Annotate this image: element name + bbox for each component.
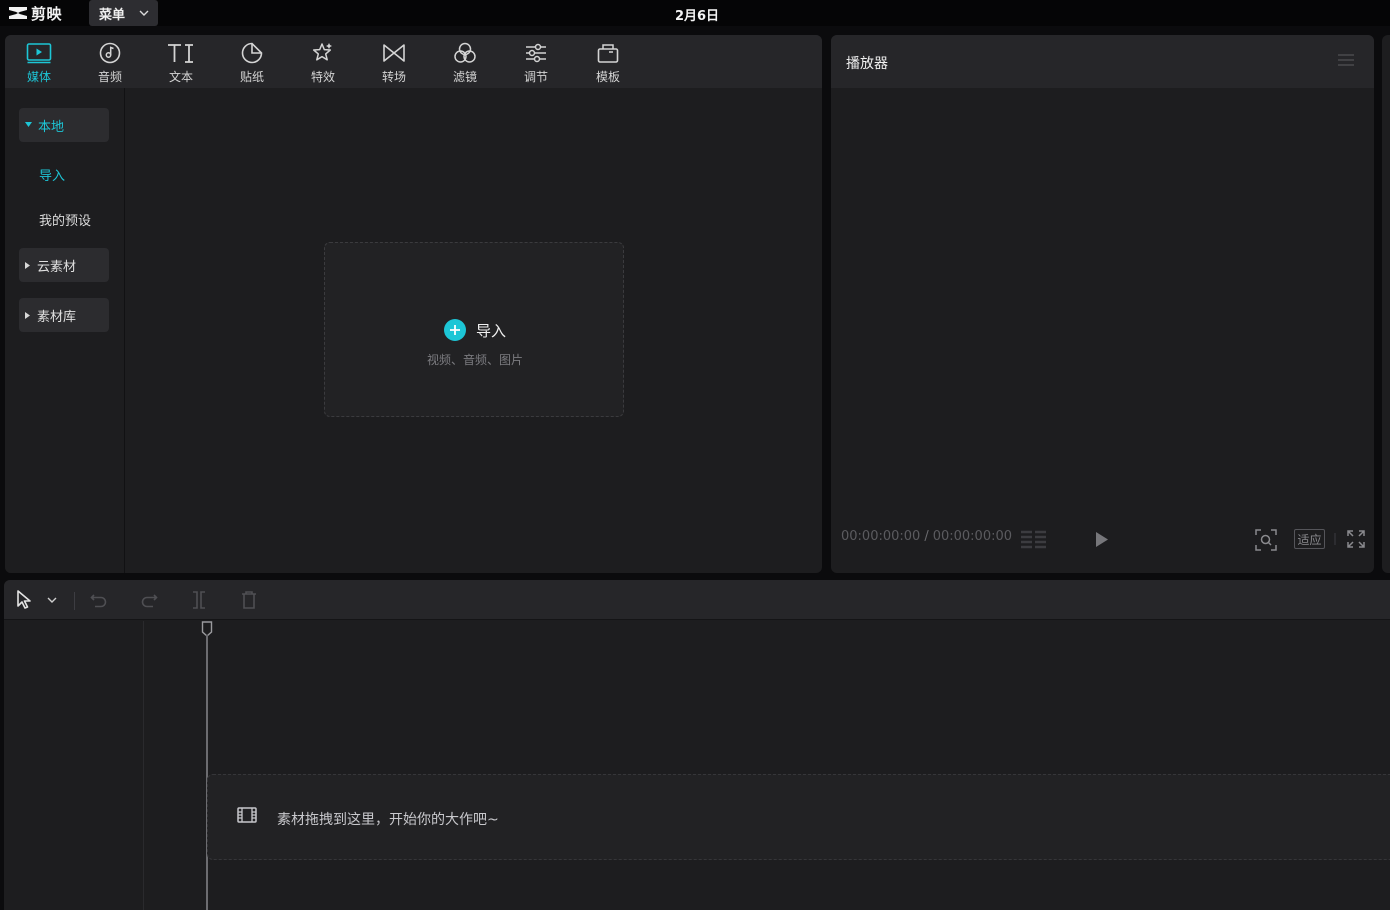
media-sidebar: 本地 导入 我的预设 云素材 素材库 bbox=[5, 88, 125, 573]
audio-icon bbox=[98, 39, 122, 67]
sidebar-group-library-label: 素材库 bbox=[37, 309, 77, 325]
timeline-toolbar bbox=[4, 580, 1390, 620]
sidebar-item-import[interactable]: 导入 bbox=[39, 165, 65, 184]
tab-audio-label: 音频 bbox=[97, 70, 122, 84]
import-label: 导入 bbox=[475, 321, 506, 340]
sidebar-item-my-presets[interactable]: 我的预设 bbox=[39, 210, 91, 229]
tab-sticker[interactable]: 贴纸 bbox=[225, 39, 279, 87]
timeline-panel: 素材拖拽到这里，开始你的大作吧~ bbox=[4, 580, 1390, 910]
import-dropzone[interactable]: 导入 视频、音频、图片 bbox=[324, 242, 624, 417]
hamburger-menu-icon[interactable] bbox=[1338, 53, 1354, 67]
tab-adjust-label: 调节 bbox=[523, 70, 548, 84]
playhead-line bbox=[206, 635, 208, 910]
tab-transition-label: 转场 bbox=[381, 70, 406, 84]
fit-ratio-button[interactable]: 适应 bbox=[1294, 529, 1325, 549]
select-cursor-icon[interactable] bbox=[16, 590, 34, 610]
transition-icon bbox=[381, 39, 407, 67]
triangle-down-icon bbox=[25, 122, 32, 127]
adjust-icon bbox=[524, 39, 548, 67]
redo-icon[interactable] bbox=[140, 592, 158, 608]
media-panel: 媒体 音频 文本 贴纸 特效 转场 滤镜 调节 模板 本地 导入 我的预设 云素… bbox=[5, 35, 822, 573]
toolbar-divider bbox=[74, 592, 75, 610]
import-row: 导入 bbox=[325, 319, 625, 341]
waveform-toggle-icon[interactable] bbox=[1020, 530, 1048, 550]
tab-filter-label: 滤镜 bbox=[452, 70, 477, 84]
tab-audio[interactable]: 音频 bbox=[83, 39, 137, 87]
sidebar-group-library[interactable]: 素材库 bbox=[19, 298, 109, 332]
sidebar-group-local-label: 本地 bbox=[38, 119, 65, 135]
player-panel: 播放器 00:00:00:00/00:00:00:00 适应 bbox=[831, 35, 1374, 573]
tab-media[interactable]: 媒体 bbox=[12, 39, 66, 87]
tab-template-label: 模板 bbox=[595, 70, 620, 84]
import-hint: 视频、音频、图片 bbox=[426, 353, 523, 367]
sticker-icon bbox=[240, 39, 264, 67]
playhead[interactable] bbox=[201, 621, 213, 910]
timeline-dropzone[interactable]: 素材拖拽到这里，开始你的大作吧~ bbox=[207, 774, 1390, 860]
chevron-down-icon[interactable] bbox=[47, 597, 57, 603]
tab-effects[interactable]: 特效 bbox=[296, 39, 350, 87]
tab-sticker-label: 贴纸 bbox=[239, 70, 264, 84]
tab-adjust[interactable]: 调节 bbox=[509, 39, 563, 87]
tab-text[interactable]: 文本 bbox=[154, 39, 208, 87]
sidebar-group-local[interactable]: 本地 bbox=[19, 108, 109, 142]
undo-icon[interactable] bbox=[90, 592, 108, 608]
text-icon bbox=[166, 39, 196, 67]
zoom-view-icon[interactable] bbox=[1255, 529, 1277, 551]
triangle-right-icon bbox=[25, 261, 30, 269]
player-title: 播放器 bbox=[846, 56, 888, 72]
template-icon bbox=[596, 39, 620, 67]
film-icon bbox=[237, 807, 257, 823]
time-separator: / bbox=[924, 529, 929, 544]
tab-effects-label: 特效 bbox=[310, 70, 335, 84]
separator-dot-icon bbox=[1334, 533, 1336, 545]
tab-media-label: 媒体 bbox=[26, 70, 51, 84]
play-icon[interactable] bbox=[1095, 531, 1109, 548]
total-time: 00:00:00:00 bbox=[932, 529, 1013, 544]
triangle-right-icon bbox=[25, 311, 30, 319]
current-time: 00:00:00:00 bbox=[841, 529, 921, 544]
plus-icon bbox=[443, 319, 466, 341]
sidebar-group-cloud-label: 云素材 bbox=[37, 259, 77, 275]
window-title: 2月6日 bbox=[674, 9, 720, 24]
filter-icon bbox=[452, 39, 478, 67]
effects-icon bbox=[311, 39, 335, 67]
tab-template[interactable]: 模板 bbox=[581, 39, 635, 87]
right-panel-edge bbox=[1382, 35, 1390, 573]
delete-icon[interactable] bbox=[241, 591, 257, 609]
timeline-drop-hint: 素材拖拽到这里，开始你的大作吧~ bbox=[277, 812, 499, 828]
title-bar: 剪映 菜单 2月6日 bbox=[0, 0, 1390, 26]
fullscreen-icon[interactable] bbox=[1347, 530, 1365, 548]
player-header: 播放器 bbox=[831, 35, 1374, 88]
tab-transition[interactable]: 转场 bbox=[367, 39, 421, 87]
player-timecode: 00:00:00:00/00:00:00:00 bbox=[841, 529, 1012, 544]
track-header-divider bbox=[143, 621, 144, 910]
media-toolbar: 媒体 音频 文本 贴纸 特效 转场 滤镜 调节 模板 bbox=[5, 35, 822, 88]
tab-text-label: 文本 bbox=[168, 70, 193, 84]
tab-filter[interactable]: 滤镜 bbox=[438, 39, 492, 87]
split-icon[interactable] bbox=[192, 591, 206, 609]
media-icon bbox=[26, 39, 52, 67]
sidebar-group-cloud[interactable]: 云素材 bbox=[19, 248, 109, 282]
